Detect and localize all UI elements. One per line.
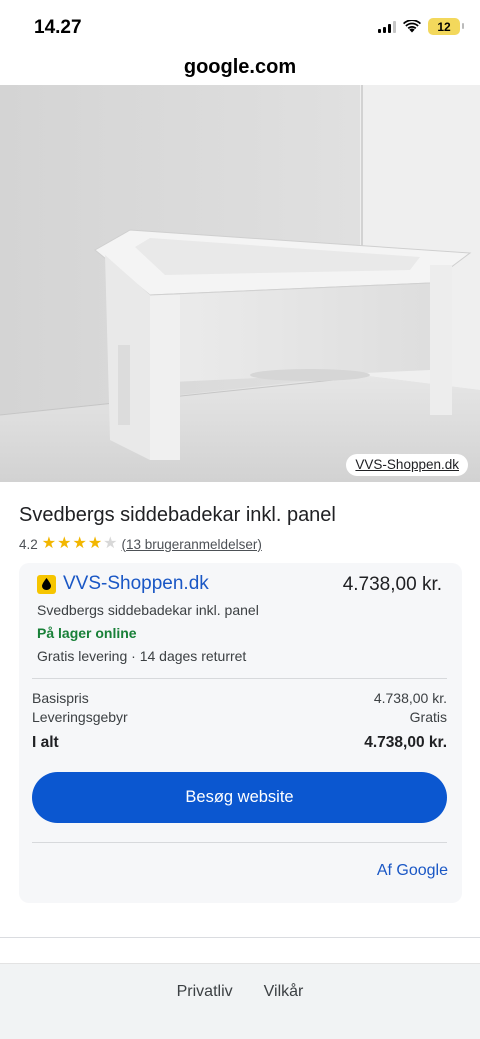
- offer-price: 4.738,00 kr.: [342, 574, 442, 595]
- rating-row: 4.2 ★ ★ ★ ★ ★ (13 brugeranmeldelser): [19, 536, 262, 552]
- status-time: 14.27: [34, 17, 82, 38]
- section-divider: [0, 937, 480, 938]
- bathtub-illustration: [0, 85, 480, 482]
- status-bar: 14.27 12: [0, 0, 480, 56]
- shipping-info: Gratis levering · 14 dages returret: [37, 648, 247, 664]
- total-label: I alt: [32, 734, 59, 751]
- url-bar[interactable]: google.com: [0, 52, 480, 84]
- offer-card: VVS-Shoppen.dk 4.738,00 kr. Svedbergs si…: [19, 563, 462, 903]
- image-source-chip[interactable]: VVS-Shoppen.dk: [346, 454, 468, 476]
- rating-value: 4.2: [19, 536, 38, 552]
- product-title: Svedbergs siddebadekar inkl. panel: [19, 504, 336, 526]
- price-row-value: 4.738,00 kr.: [373, 690, 447, 706]
- price-row-label: Basispris: [32, 690, 89, 706]
- cellular-signal-icon: [378, 20, 396, 33]
- battery-level: 12: [437, 19, 451, 34]
- privacy-link[interactable]: Privatliv: [177, 983, 233, 1001]
- price-row-total: I alt 4.738,00 kr.: [32, 734, 447, 752]
- footer: Privatliv Vilkår: [0, 963, 480, 1039]
- star-empty-icon: ★: [103, 535, 118, 552]
- price-row-delivery: Leveringsgebyr Gratis: [32, 709, 447, 725]
- divider: [32, 678, 447, 679]
- by-google-link[interactable]: Af Google: [377, 862, 448, 880]
- footer-links: Privatliv Vilkår: [0, 983, 480, 1001]
- price-row-base: Basispris 4.738,00 kr.: [32, 690, 447, 706]
- terms-link[interactable]: Vilkår: [264, 983, 304, 1001]
- total-value: 4.738,00 kr.: [364, 734, 447, 751]
- seller-row[interactable]: VVS-Shoppen.dk: [37, 573, 209, 595]
- star-icon: ★: [87, 535, 103, 552]
- product-image[interactable]: VVS-Shoppen.dk: [0, 85, 480, 482]
- visit-website-button[interactable]: Besøg website: [32, 772, 447, 823]
- status-icons: 12: [378, 18, 464, 35]
- star-icon: ★: [57, 535, 72, 552]
- stock-status: På lager online: [37, 625, 137, 641]
- offer-title: Svedbergs siddebadekar inkl. panel: [37, 602, 259, 618]
- star-rating: ★ ★ ★ ★ ★: [42, 536, 118, 552]
- seller-name[interactable]: VVS-Shoppen.dk: [63, 573, 209, 595]
- price-row-label: Leveringsgebyr: [32, 709, 128, 725]
- reviews-link[interactable]: (13 brugeranmeldelser): [122, 537, 262, 552]
- star-icon: ★: [41, 535, 57, 552]
- divider: [32, 842, 447, 843]
- store-drop-icon: [37, 574, 56, 594]
- star-icon: ★: [72, 535, 87, 552]
- wifi-icon: [403, 20, 421, 33]
- price-row-value: Gratis: [409, 709, 447, 725]
- battery-icon: 12: [428, 18, 464, 35]
